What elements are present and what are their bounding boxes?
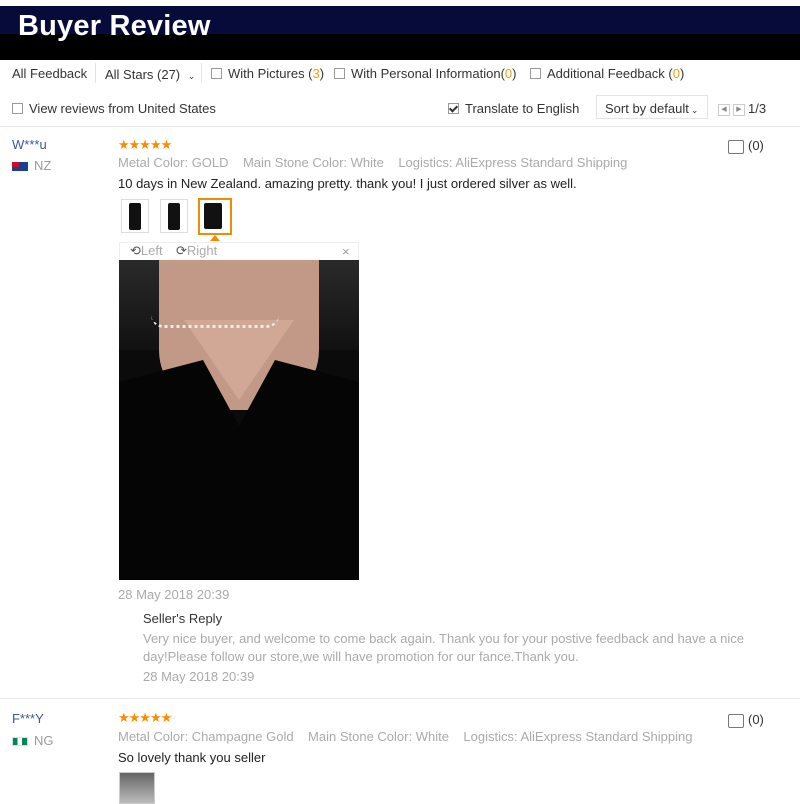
chevron-down-icon: ⌄ — [187, 71, 196, 81]
close-paren: ) — [679, 66, 685, 81]
nz-flag-icon — [12, 162, 28, 172]
all-stars-dropdown[interactable]: All Stars (27) ⌄ — [105, 67, 195, 82]
view-us-filter[interactable]: View reviews from United States — [12, 101, 216, 116]
page-indicator: 1/3 — [748, 101, 767, 116]
sort-label: Sort by default — [605, 101, 689, 116]
reviewer-country: NZ — [12, 158, 51, 173]
ng-flag-icon — [12, 737, 28, 747]
close-icon[interactable]: × — [342, 244, 350, 259]
with-personal-info-checkbox[interactable] — [334, 68, 345, 80]
star-rating: ★★★★★ — [118, 710, 172, 725]
next-page-button[interactable]: ▶ — [733, 103, 745, 116]
all-stars-label: All Stars (27) — [105, 67, 181, 82]
seller-reply-text: day!Please follow our store,we will have… — [143, 649, 579, 664]
divider — [95, 63, 96, 83]
with-pictures-filter[interactable]: With Pictures (3) — [211, 66, 324, 81]
rotate-left-icon: ⟲ — [130, 243, 141, 258]
additional-feedback-filter[interactable]: Additional Feedback (0) — [530, 66, 684, 81]
helpful-button[interactable]: (0) — [728, 138, 764, 154]
star-rating: ★★★★★ — [118, 137, 172, 152]
thumbs-up-icon — [728, 713, 744, 728]
seller-reply-label: Seller's Reply — [143, 611, 223, 626]
divider — [0, 126, 800, 127]
reviewer-name[interactable]: F***Y — [12, 711, 44, 726]
close-paren: ) — [319, 66, 325, 81]
rotate-left-button[interactable]: ⟲Left — [130, 243, 163, 259]
thumbs-up-icon — [728, 139, 744, 154]
reviewer-country: NG — [12, 733, 54, 748]
translate-label: Translate to English — [465, 101, 580, 116]
page-title: Buyer Review — [18, 10, 211, 42]
review-text: So lovely thank you seller — [118, 750, 266, 765]
review-meta: Metal Color: GOLD Main Stone Color: Whit… — [118, 155, 628, 170]
country-code: NG — [34, 733, 54, 748]
translate-filter[interactable]: Translate to English — [448, 101, 579, 116]
with-personal-info-filter[interactable]: With Personal Information(0) — [334, 66, 516, 81]
translate-checkbox[interactable] — [448, 103, 459, 115]
all-feedback-tab[interactable]: All Feedback — [12, 66, 87, 81]
seller-reply-date: 28 May 2018 20:39 — [143, 669, 255, 684]
additional-feedback-label: Additional Feedback ( — [547, 66, 673, 81]
divider — [0, 698, 800, 699]
selected-pointer-icon — [210, 235, 220, 241]
additional-feedback-checkbox[interactable] — [530, 68, 541, 80]
reviewer-name[interactable]: W***u — [12, 137, 47, 152]
review-photo-thumbnail[interactable] — [160, 199, 188, 233]
view-us-checkbox[interactable] — [12, 103, 23, 115]
helpful-count: (0) — [748, 712, 764, 727]
review-photo-thumbnail[interactable] — [119, 772, 155, 804]
review-date: 28 May 2018 20:39 — [118, 587, 230, 602]
review-photo-large — [119, 260, 359, 580]
country-code: NZ — [34, 158, 52, 173]
review-meta: Metal Color: Champagne Gold Main Stone C… — [118, 729, 693, 744]
view-us-label: View reviews from United States — [29, 101, 216, 116]
helpful-count: (0) — [748, 138, 764, 153]
rotate-left-label: Left — [140, 243, 163, 258]
image-viewer-toolbar: ⟲Left ⟳Right × — [119, 242, 359, 260]
additional-feedback-count: 0 — [672, 66, 680, 81]
prev-page-button[interactable]: ◀ — [718, 103, 730, 116]
chevron-down-icon: ⌄ — [690, 105, 699, 115]
helpful-button[interactable]: (0) — [728, 712, 764, 728]
with-personal-info-label: With Personal Information( — [351, 66, 505, 81]
review-photo-thumbnail-selected[interactable] — [198, 198, 232, 235]
rotate-right-icon: ⟳ — [176, 243, 187, 258]
rotate-right-button[interactable]: ⟳Right — [176, 243, 217, 259]
with-pictures-checkbox[interactable] — [211, 68, 222, 80]
page-banner: Buyer Review — [0, 0, 800, 62]
pagination: ◀ ▶ 1/3 — [718, 101, 766, 116]
sort-dropdown[interactable]: Sort by default ⌄ — [596, 95, 708, 119]
divider — [201, 63, 202, 83]
rotate-right-label: Right — [186, 243, 218, 258]
with-pictures-count: 3 — [312, 66, 320, 81]
seller-reply-text: Very nice buyer, and welcome to come bac… — [143, 631, 745, 646]
review-text: 10 days in New Zealand. amazing pretty. … — [118, 176, 577, 191]
close-paren: ) — [512, 66, 517, 81]
with-pictures-label: With Pictures ( — [228, 66, 313, 81]
review-photo-thumbnail[interactable] — [121, 199, 149, 233]
